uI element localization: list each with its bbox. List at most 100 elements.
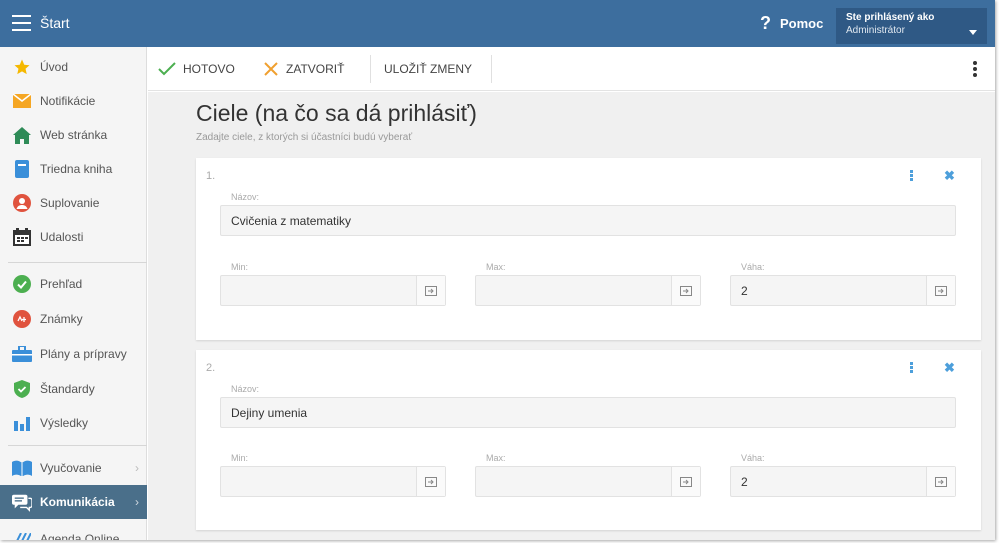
agenda-icon: [12, 529, 32, 540]
home-icon: [12, 125, 32, 145]
grades-icon: [12, 309, 32, 329]
star-icon: [12, 57, 32, 77]
sidebar-item-label: Štandardy: [40, 382, 95, 396]
caret-down-icon: [969, 30, 977, 35]
book-icon: [12, 159, 32, 179]
done-label: HOTOVO: [183, 62, 235, 76]
min-input[interactable]: [220, 275, 446, 306]
sidebar-item-agenda-online[interactable]: Agenda Online: [0, 522, 147, 540]
sidebar-item-label: Udalosti: [40, 230, 84, 244]
sidebar-item-label: Prehľad: [40, 277, 83, 291]
top-bar: Štart ? Pomoc Ste prihlásený ako Adminis…: [0, 0, 995, 47]
input-select-icon[interactable]: [926, 276, 955, 305]
user-caption: Ste prihlásený ako: [846, 12, 935, 23]
help-button[interactable]: ? Pomoc: [760, 14, 823, 32]
input-select-icon[interactable]: [416, 276, 445, 305]
weight-label: Váha:: [741, 453, 765, 463]
close-button[interactable]: ZATVORIŤ: [264, 47, 344, 91]
sidebar-item-label: Web stránka: [40, 128, 108, 142]
briefcase-icon: [12, 344, 32, 364]
toolbar: HOTOVO ZATVORIŤ ULOŽIŤ ZMENY: [148, 47, 995, 91]
min-label: Min:: [231, 262, 249, 272]
save-label: ULOŽIŤ ZMENY: [384, 62, 473, 76]
hamburger-menu-icon[interactable]: [12, 15, 31, 31]
goal-number: 1.: [206, 170, 216, 182]
question-mark-icon: ?: [760, 13, 771, 33]
app-window: Štart ? Pomoc Ste prihlásený ako Adminis…: [0, 0, 995, 540]
app-title: Štart: [40, 15, 70, 31]
person-icon: [12, 193, 32, 213]
name-input[interactable]: Cvičenia z matematiky: [220, 205, 956, 236]
chevron-right-icon: ›: [135, 495, 139, 509]
input-select-icon[interactable]: [671, 467, 700, 496]
sidebar-item-vyucovanie[interactable]: Vyučovanie ›: [0, 451, 147, 485]
save-changes-button[interactable]: ULOŽIŤ ZMENY: [384, 47, 472, 91]
card-menu-icon[interactable]: [910, 362, 913, 374]
max-label: Max:: [486, 453, 506, 463]
help-label: Pomoc: [780, 15, 824, 31]
calendar-icon: [12, 227, 32, 247]
bar-chart-icon: [12, 413, 32, 433]
open-book-icon: [12, 458, 32, 478]
sidebar-item-triedna-kniha[interactable]: Triedna kniha: [0, 152, 147, 186]
page-subtitle: Zadajte ciele, z ktorých si účastníci bu…: [196, 132, 413, 143]
chat-icon: [12, 492, 32, 512]
sidebar-item-notifikacie[interactable]: Notifikácie: [0, 84, 147, 118]
name-input[interactable]: Dejiny umenia: [220, 397, 956, 428]
sidebar-item-label: Úvod: [40, 60, 69, 74]
chevron-right-icon: ›: [135, 461, 139, 475]
user-menu[interactable]: Ste prihlásený ako Administrátor: [836, 8, 987, 44]
sidebar-item-label: Agenda Online: [40, 532, 120, 540]
sidebar-divider: [8, 445, 147, 446]
sidebar-item-suplovanie[interactable]: Suplovanie: [0, 186, 147, 220]
toolbar-divider: [370, 55, 371, 83]
sidebar-item-label: Vyučovanie: [40, 461, 102, 475]
input-select-icon[interactable]: [671, 276, 700, 305]
sidebar-item-udalosti[interactable]: Udalosti: [0, 220, 147, 254]
min-input[interactable]: [220, 466, 446, 497]
envelope-icon: [12, 91, 32, 111]
input-select-icon[interactable]: [926, 467, 955, 496]
toolbar-divider: [491, 55, 492, 83]
sidebar-item-standardy[interactable]: Štandardy: [0, 372, 147, 406]
sidebar-item-label: Notifikácie: [40, 94, 96, 108]
max-input[interactable]: [475, 466, 701, 497]
sidebar-item-label: Triedna kniha: [40, 162, 113, 176]
check-circle-icon: [12, 274, 32, 294]
sidebar: Úvod Notifikácie Web stránka Triedna kni…: [0, 47, 147, 540]
done-button[interactable]: HOTOVO: [158, 47, 235, 91]
sidebar-item-label: Komunikácia: [40, 495, 115, 509]
card-menu-icon[interactable]: [910, 170, 913, 182]
shield-check-icon: [12, 379, 32, 399]
sidebar-item-prehlad[interactable]: Prehľad: [0, 267, 147, 301]
input-select-icon[interactable]: [416, 467, 445, 496]
max-input[interactable]: [475, 275, 701, 306]
user-role: Administrátor: [846, 25, 905, 36]
more-options-icon[interactable]: [973, 61, 977, 79]
check-icon: [158, 62, 176, 76]
sidebar-item-label: Známky: [40, 312, 83, 326]
sidebar-item-plany-a-pripravy[interactable]: Plány a prípravy: [0, 337, 147, 371]
weight-value: 2: [741, 475, 748, 489]
weight-input[interactable]: 2: [730, 466, 956, 497]
sidebar-item-uvod[interactable]: Úvod: [0, 50, 147, 84]
sidebar-item-znamky[interactable]: Známky: [0, 302, 147, 336]
close-label: ZATVORIŤ: [286, 62, 345, 76]
max-label: Max:: [486, 262, 506, 272]
weight-value: 2: [741, 284, 748, 298]
close-icon: [264, 62, 278, 76]
sidebar-divider: [8, 262, 147, 263]
page-title: Ciele (na čo sa dá prihlásiť): [196, 100, 477, 126]
sidebar-item-vysledky[interactable]: Výsledky: [0, 406, 147, 440]
remove-goal-icon[interactable]: ✖: [944, 168, 955, 184]
name-label: Názov:: [231, 192, 260, 202]
min-label: Min:: [231, 453, 249, 463]
sidebar-item-web-stranka[interactable]: Web stránka: [0, 118, 147, 152]
remove-goal-icon[interactable]: ✖: [944, 360, 955, 376]
weight-input[interactable]: 2: [730, 275, 956, 306]
sidebar-item-komunikacia[interactable]: Komunikácia ›: [0, 485, 147, 519]
sidebar-item-label: Výsledky: [40, 416, 89, 430]
goal-number: 2.: [206, 362, 216, 374]
weight-label: Váha:: [741, 262, 765, 272]
main-content: Ciele (na čo sa dá prihlásiť) Zadajte ci…: [148, 92, 995, 540]
